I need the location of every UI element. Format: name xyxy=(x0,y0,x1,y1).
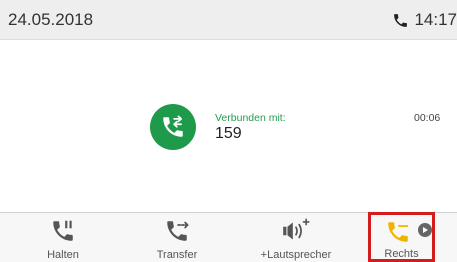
speaker-icon xyxy=(283,218,310,240)
transfer-label: Transfer xyxy=(156,249,198,261)
date-label: 24.05.2018 xyxy=(8,10,94,29)
hold-icon xyxy=(53,220,73,241)
call-connected-icon xyxy=(150,104,196,150)
speaker-button[interactable]: +Lautsprecher xyxy=(246,213,346,262)
speaker-label: +Lautsprecher xyxy=(260,249,332,261)
clock-label: 14:17 xyxy=(414,10,457,29)
hold-button[interactable]: Halten xyxy=(24,213,102,262)
caller-number: 159 xyxy=(215,125,242,142)
right-line-icon xyxy=(388,222,409,242)
status-bar: 24.05.2018 14:17 xyxy=(0,0,457,40)
softkey-bar: Halten Transfer +Lautsprecher Rechts xyxy=(0,212,457,262)
right-line-button[interactable]: Rechts xyxy=(368,212,435,262)
hold-label: Halten xyxy=(47,249,79,261)
transfer-button[interactable]: Transfer xyxy=(138,213,216,262)
phone-icon xyxy=(394,13,408,27)
connected-with-label: Verbunden mit: xyxy=(215,112,286,124)
clock-group: 14:17 xyxy=(392,10,457,30)
call-duration: 00:06 xyxy=(414,112,441,124)
right-line-label: Rechts xyxy=(384,248,419,260)
play-icon xyxy=(418,223,432,237)
transfer-icon xyxy=(167,221,189,241)
